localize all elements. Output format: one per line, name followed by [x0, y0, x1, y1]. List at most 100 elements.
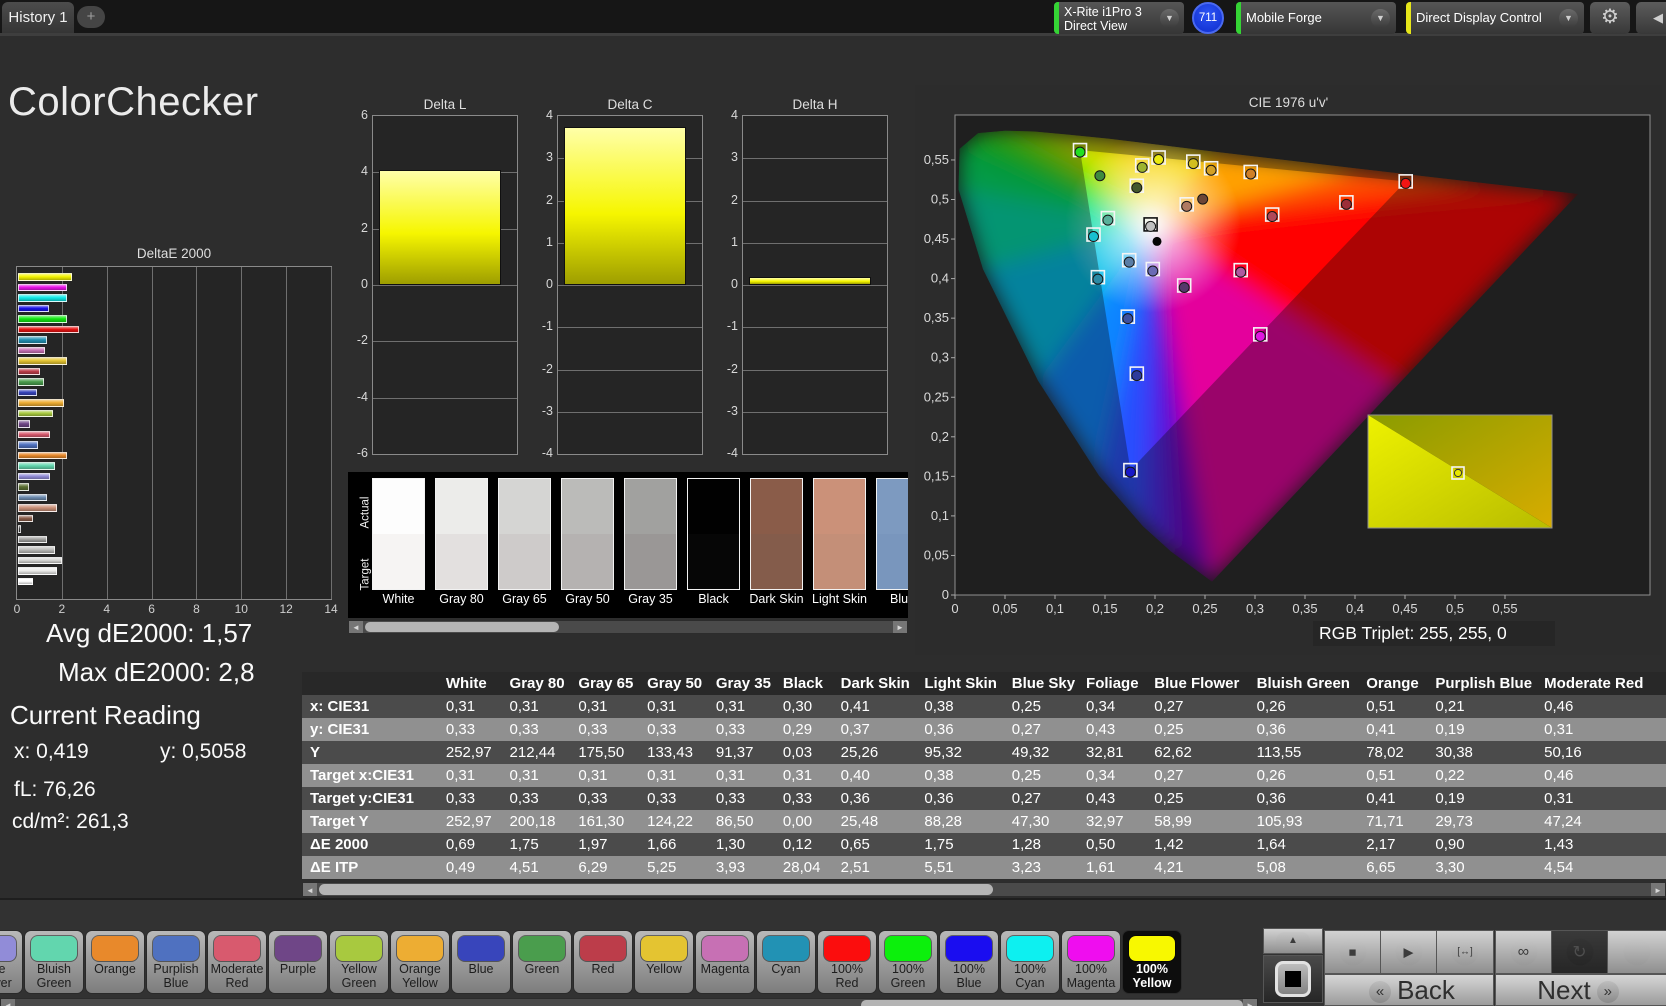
- patch-button-blue[interactable]: Blue: [452, 931, 510, 993]
- patch-chip: [397, 936, 443, 961]
- delta-ytick-label: -3: [714, 404, 738, 418]
- delta-ytick-label: 6: [344, 108, 368, 122]
- swatch-target: [436, 534, 487, 589]
- source-dropdown[interactable]: Mobile Forge ▼: [1236, 2, 1396, 34]
- patch-button-100-blue[interactable]: 100% Blue: [940, 931, 998, 993]
- next-button[interactable]: Next»: [1496, 975, 1666, 1005]
- delta-ytick-label: -4: [714, 446, 738, 460]
- delta-ytick-label: 1: [714, 235, 738, 249]
- patch-button-blue-flower[interactable]: Blue Flower: [0, 931, 22, 993]
- swatch-actual: [751, 479, 802, 534]
- de2000-gridline: [152, 267, 153, 599]
- chevron-left-circle-icon: «: [1369, 981, 1391, 1003]
- table-row: ΔE ITP0,494,516,295,253,9328,042,515,513…: [302, 856, 1666, 879]
- patch-button-100-red[interactable]: 100% Red: [818, 931, 876, 993]
- cie-actual-dot: [1206, 165, 1216, 175]
- patch-button-magenta[interactable]: Magenta: [696, 931, 754, 993]
- cie-actual-dot: [1179, 282, 1189, 292]
- pattern-window-button[interactable]: [1264, 956, 1322, 1002]
- settings-button[interactable]: ⚙: [1590, 2, 1630, 34]
- patch-button-moderate-red[interactable]: Moderate Red: [208, 931, 266, 993]
- table-cell: 3,23: [1004, 856, 1078, 879]
- swatch-label: Gray 80: [430, 592, 493, 606]
- de2000-xtick-label: 4: [103, 602, 110, 616]
- table-column-header: Black: [775, 672, 833, 695]
- patch-button-red[interactable]: Red: [574, 931, 632, 993]
- stop-button[interactable]: ■: [1325, 931, 1380, 973]
- patch-button-yellow[interactable]: Yellow: [635, 931, 693, 993]
- step-button[interactable]: [↔]: [1437, 931, 1493, 973]
- table-cell: 0,36: [1249, 718, 1359, 741]
- table-row-label: ΔE ITP: [302, 856, 438, 879]
- continuous-button[interactable]: ↻: [1552, 931, 1607, 973]
- table-cell: 3,30: [1427, 856, 1536, 879]
- cie-actual-dot: [1132, 183, 1142, 193]
- table-cell: 4,54: [1536, 856, 1666, 879]
- cie-tick-label: 0,15: [924, 468, 949, 483]
- scroll-right-arrow[interactable]: ►: [1243, 999, 1257, 1006]
- patch-button-100-magenta[interactable]: 100% Magenta: [1062, 931, 1120, 993]
- blank-transport-button[interactable]: [1608, 931, 1666, 973]
- patch-chip: [519, 936, 565, 961]
- table-cell: 0,38: [916, 764, 1003, 787]
- patch-button-purple[interactable]: Purple: [269, 931, 327, 993]
- delta-ytick-label: -4: [529, 446, 553, 460]
- loop-button[interactable]: ∞: [1496, 931, 1551, 973]
- pattern-window-up-button[interactable]: ▲: [1264, 929, 1322, 953]
- swatch-scrollbar[interactable]: ◄►: [348, 620, 908, 634]
- meter-dropdown[interactable]: X-Rite i1Pro 3 Direct View ▼: [1054, 2, 1184, 34]
- patch-button-green[interactable]: Green: [513, 931, 571, 993]
- cie-tick-label: 0,35: [924, 310, 949, 325]
- scroll-left-arrow[interactable]: ◄: [349, 621, 363, 633]
- de2000-bar: [18, 462, 55, 470]
- table-cell: 4,21: [1146, 856, 1248, 879]
- display-control-dropdown[interactable]: Direct Display Control ▼: [1406, 2, 1584, 34]
- patch-button-yellow-green[interactable]: Yellow Green: [330, 931, 388, 993]
- scroll-right-arrow[interactable]: ►: [893, 621, 907, 633]
- back-button[interactable]: «Back: [1325, 975, 1493, 1005]
- scroll-thumb[interactable]: [861, 1000, 1243, 1006]
- patch-button-orange-yellow[interactable]: Orange Yellow: [391, 931, 449, 993]
- scroll-thumb[interactable]: [365, 622, 559, 632]
- table-cell: 25,48: [833, 810, 917, 833]
- chevron-down-icon[interactable]: ▼: [1371, 9, 1390, 28]
- tab-history-1[interactable]: History 1: [2, 2, 74, 33]
- patch-label: Orange Yellow: [391, 962, 449, 990]
- table-cell: 50,16: [1536, 741, 1666, 764]
- add-tab-button[interactable]: +: [77, 6, 105, 28]
- patch-button-orange[interactable]: Orange: [86, 931, 144, 993]
- scroll-thumb[interactable]: [319, 884, 993, 895]
- cie-tick-label: 0: [951, 601, 958, 616]
- scroll-left-arrow[interactable]: ◄: [303, 883, 317, 896]
- chevron-down-icon[interactable]: ▼: [1160, 9, 1179, 28]
- patch-button-100-cyan[interactable]: 100% Cyan: [1001, 931, 1059, 993]
- delta-ytick-label: 2: [344, 221, 368, 235]
- patch-scrollbar[interactable]: ◄►: [0, 998, 1258, 1006]
- patch-button-cyan[interactable]: Cyan: [757, 931, 815, 993]
- patch-chip: [1007, 936, 1053, 961]
- patch-button-bluish-green[interactable]: Bluish Green: [25, 931, 83, 993]
- table-scrollbar[interactable]: ◄►: [302, 882, 1666, 897]
- cie-tick-label: 0,05: [992, 601, 1017, 616]
- table-cell: 91,37: [708, 741, 775, 764]
- patch-button-100-yellow[interactable]: 100% Yellow: [1123, 931, 1181, 993]
- rgb-triplet-readout: RGB Triplet: 255, 255, 0: [1313, 621, 1555, 646]
- scroll-right-arrow[interactable]: ►: [1651, 883, 1665, 896]
- collapse-panel-button[interactable]: ◀: [1636, 2, 1666, 34]
- scroll-left-arrow[interactable]: ◄: [1, 999, 15, 1006]
- table-cell: 0,43: [1078, 787, 1146, 810]
- display-control-label: Direct Display Control: [1416, 10, 1542, 25]
- table-row: ΔE 20000,691,751,971,661,300,120,651,751…: [302, 833, 1666, 856]
- patch-label: 100% Red: [818, 962, 876, 990]
- play-button[interactable]: ▶: [1381, 931, 1436, 973]
- table-cell: 0,36: [916, 787, 1003, 810]
- delta-bar: [379, 170, 501, 285]
- table-cell: 1,75: [502, 833, 571, 856]
- table-cell: 0,31: [775, 764, 833, 787]
- chevron-down-icon[interactable]: ▼: [1559, 9, 1578, 28]
- table-cell: 58,99: [1146, 810, 1248, 833]
- patch-button-100-green[interactable]: 100% Green: [879, 931, 937, 993]
- table-cell: 0,26: [1249, 764, 1359, 787]
- patch-button-purplish-blue[interactable]: Purplish Blue: [147, 931, 205, 993]
- de2000-title: DeltaE 2000: [16, 246, 332, 261]
